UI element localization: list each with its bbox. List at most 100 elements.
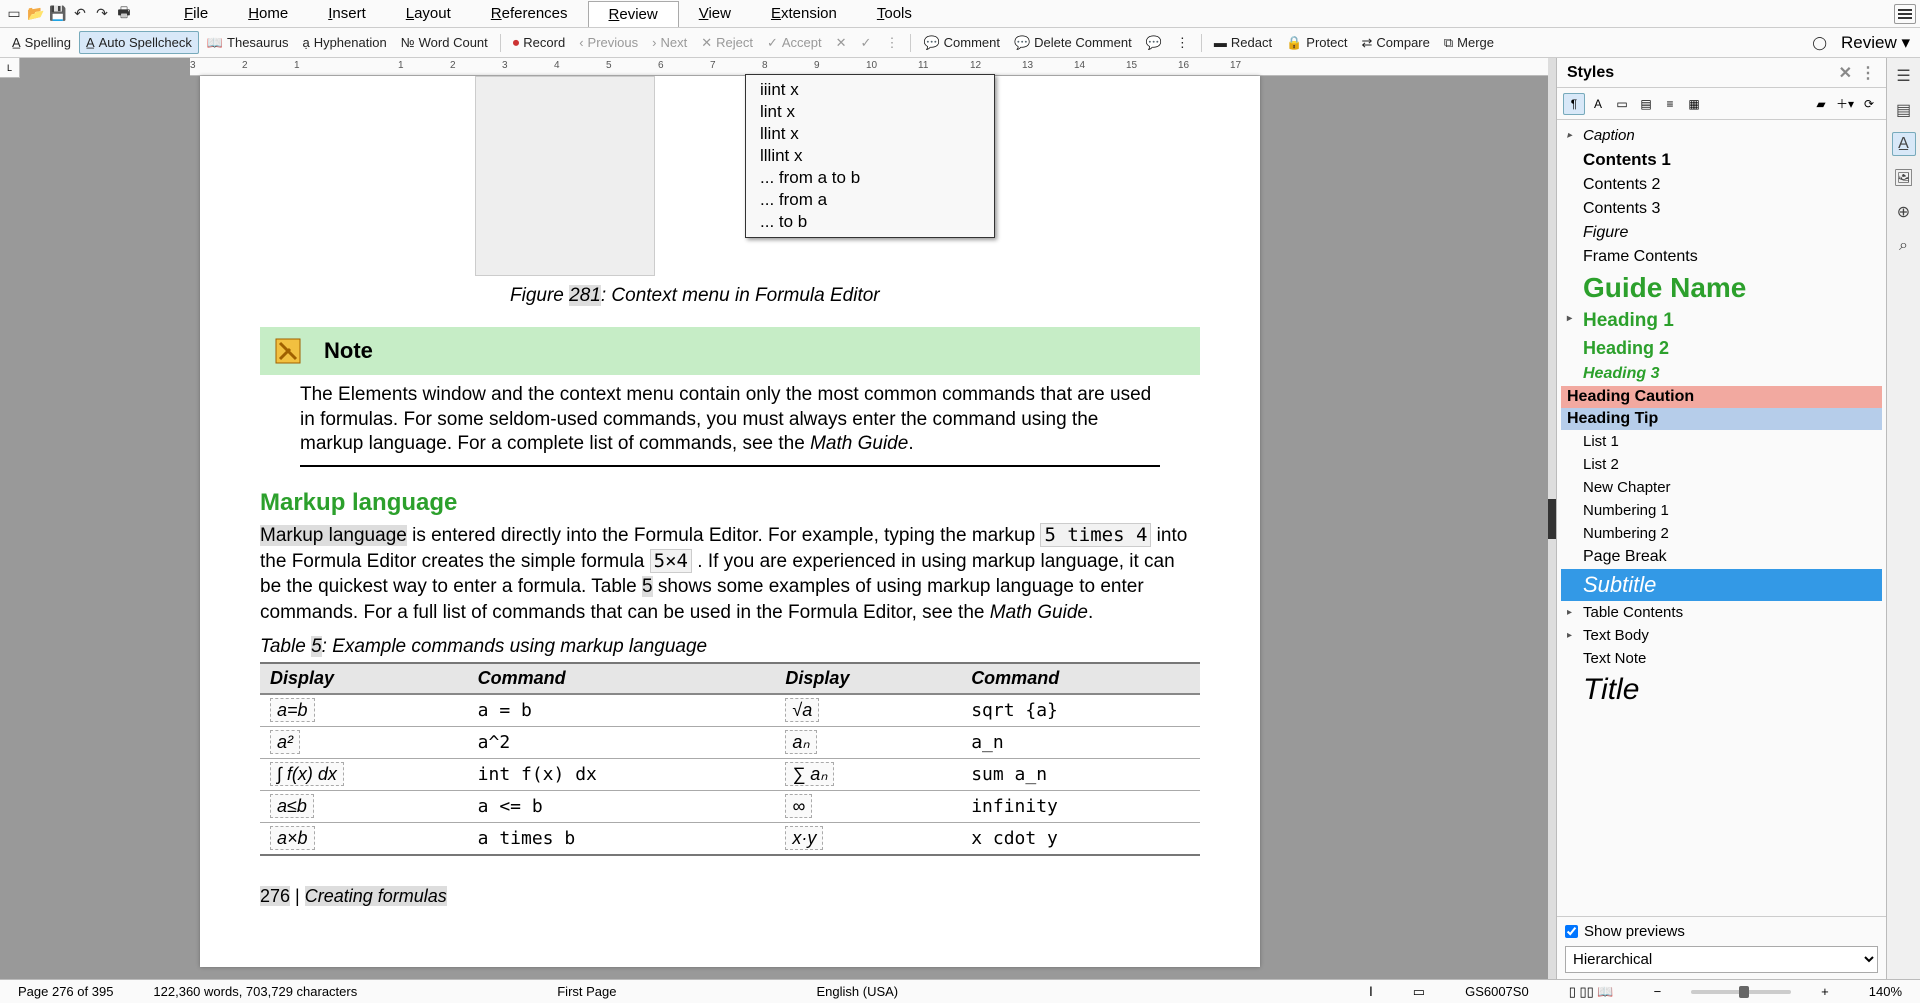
expander-icon[interactable]: ▸ — [1567, 607, 1572, 618]
menu-view[interactable]: View — [679, 1, 751, 27]
show-previews-checkbox[interactable]: Show previews — [1565, 923, 1878, 940]
expander-icon[interactable]: ▸ — [1567, 313, 1572, 324]
accept-all-icon[interactable]: ✓ — [855, 32, 878, 54]
status-page[interactable]: Page 276 of 395 — [8, 984, 123, 999]
print-icon[interactable]: 🖶 — [114, 4, 134, 24]
help-icon[interactable]: ◯ — [1806, 32, 1833, 54]
menu-review[interactable]: Review — [588, 1, 679, 27]
zoom-slider[interactable] — [1691, 990, 1791, 994]
style-item[interactable]: Guide Name — [1561, 269, 1882, 307]
panel-menu-icon[interactable]: ⋮ — [1860, 63, 1876, 83]
style-item[interactable]: List 1 — [1561, 430, 1882, 453]
paragraph-styles-icon[interactable]: ¶ — [1563, 93, 1585, 115]
style-filter-select[interactable]: Hierarchical — [1565, 946, 1878, 973]
gallery-icon[interactable]: 🖼 — [1892, 166, 1916, 190]
reject-all-icon[interactable]: ✕ — [830, 32, 853, 54]
menu-overflow-icon[interactable] — [1894, 4, 1916, 24]
view-layout-icons[interactable]: ▯ ▯▯ 📖 — [1559, 984, 1624, 1000]
ctx-item[interactable]: ... to b — [746, 211, 994, 233]
style-item[interactable]: Subtitle — [1561, 569, 1882, 601]
word-count-button[interactable]: №Word Count — [395, 32, 494, 53]
style-item[interactable]: Heading 2 — [1561, 335, 1882, 362]
merge-button[interactable]: ⧉Merge — [1438, 32, 1500, 54]
style-item[interactable]: Title — [1561, 670, 1882, 710]
comment-options-icon[interactable]: ⋮ — [1170, 32, 1195, 54]
track-options-icon[interactable]: ⋮ — [879, 32, 904, 54]
ctx-item[interactable]: ... from a — [746, 189, 994, 211]
reject-button[interactable]: ✕Reject — [695, 32, 759, 54]
style-item[interactable]: Heading Caution — [1561, 386, 1882, 408]
status-language[interactable]: English (USA) — [806, 984, 908, 999]
ctx-item[interactable]: llint x — [746, 123, 994, 145]
panel-splitter[interactable] — [1548, 58, 1556, 979]
ctx-item[interactable]: lllint x — [746, 145, 994, 167]
status-words[interactable]: 122,360 words, 703,729 characters — [143, 984, 367, 999]
status-insert-mode-icon[interactable]: Ⅰ — [1359, 984, 1383, 1000]
ctx-item[interactable]: iiint x — [746, 79, 994, 101]
comment-nav-icon[interactable]: 💬 — [1140, 32, 1168, 54]
previous-button[interactable]: ‹Previous — [573, 32, 644, 53]
redact-button[interactable]: ▬Redact — [1208, 32, 1278, 53]
style-item[interactable]: New Chapter — [1561, 476, 1882, 499]
expander-icon[interactable]: ▸ — [1567, 130, 1572, 141]
compare-button[interactable]: ⇄Compare — [1355, 32, 1435, 54]
style-item[interactable]: ▸Text Body — [1561, 624, 1882, 647]
style-item[interactable]: Figure — [1561, 221, 1882, 245]
zoom-out-icon[interactable]: − — [1644, 984, 1672, 999]
navigator-icon[interactable]: ⊕ — [1892, 200, 1916, 224]
menu-extension[interactable]: Extension — [751, 1, 857, 27]
styles-deck-icon[interactable]: A̲ — [1892, 132, 1916, 156]
zoom-value[interactable]: 140% — [1859, 984, 1912, 999]
style-item[interactable]: Contents 2 — [1561, 173, 1882, 197]
next-button[interactable]: ›Next — [646, 32, 693, 53]
style-item[interactable]: List 2 — [1561, 453, 1882, 476]
style-item[interactable]: ▸Table Contents — [1561, 601, 1882, 624]
style-item[interactable]: Numbering 2 — [1561, 522, 1882, 545]
comment-button[interactable]: 💬Comment — [917, 32, 1006, 54]
ctx-item[interactable]: lint x — [746, 101, 994, 123]
save-icon[interactable]: 💾 — [48, 4, 68, 24]
accept-button[interactable]: ✓Accept — [761, 32, 828, 54]
status-selection-icon[interactable]: ▭ — [1403, 984, 1435, 1000]
review-tab-label[interactable]: Review ▾ — [1837, 31, 1914, 55]
style-item[interactable]: Heading Tip — [1561, 408, 1882, 430]
open-icon[interactable]: 📂 — [26, 4, 46, 24]
expander-icon[interactable]: ▸ — [1567, 630, 1572, 641]
style-item[interactable]: Numbering 1 — [1561, 499, 1882, 522]
style-item[interactable]: Text Note — [1561, 647, 1882, 670]
menu-insert[interactable]: Insert — [308, 1, 386, 27]
new-style-icon[interactable]: ＋▾ — [1834, 93, 1856, 115]
styles-list[interactable]: ▸CaptionContents 1Contents 2Contents 3Fi… — [1557, 120, 1886, 916]
style-item[interactable]: Frame Contents — [1561, 245, 1882, 269]
page-deck-icon[interactable]: ▤ — [1892, 98, 1916, 122]
style-item[interactable]: Contents 1 — [1561, 147, 1882, 173]
undo-icon[interactable]: ↶ — [70, 4, 90, 24]
properties-icon[interactable]: ☰ — [1892, 64, 1916, 88]
hyphenation-button[interactable]: ạHyphenation — [296, 32, 392, 53]
ctx-item[interactable]: ... from a to b — [746, 167, 994, 189]
new-icon[interactable]: ▭ — [4, 4, 24, 24]
style-item[interactable]: Contents 3 — [1561, 197, 1882, 221]
auto-spellcheck-button[interactable]: A̲Auto Spellcheck — [79, 31, 199, 54]
spelling-button[interactable]: A̲Spelling — [6, 32, 77, 53]
update-style-icon[interactable]: ⟳ — [1858, 93, 1880, 115]
zoom-in-icon[interactable]: + — [1811, 984, 1839, 999]
thesaurus-button[interactable]: 📖Thesaurus — [201, 32, 295, 54]
style-item[interactable]: ▸Caption — [1561, 124, 1882, 147]
style-item[interactable]: Page Break — [1561, 545, 1882, 569]
delete-comment-button[interactable]: 💬Delete Comment — [1008, 32, 1138, 54]
inspector-icon[interactable]: ⌕ — [1892, 234, 1916, 258]
style-item[interactable]: ▸Heading 1 — [1561, 307, 1882, 335]
menu-layout[interactable]: Layout — [386, 1, 471, 27]
status-page-style[interactable]: First Page — [547, 984, 626, 999]
protect-button[interactable]: 🔒Protect — [1280, 32, 1353, 54]
character-styles-icon[interactable]: A — [1587, 93, 1609, 115]
menu-references[interactable]: References — [471, 1, 588, 27]
style-item[interactable]: Heading 3 — [1561, 362, 1882, 386]
menu-home[interactable]: Home — [228, 1, 308, 27]
fill-format-icon[interactable]: ▰ — [1810, 93, 1832, 115]
menu-file[interactable]: File — [164, 1, 228, 27]
redo-icon[interactable]: ↷ — [92, 4, 112, 24]
list-styles-icon[interactable]: ≡ — [1659, 93, 1681, 115]
menu-tools[interactable]: Tools — [857, 1, 932, 27]
